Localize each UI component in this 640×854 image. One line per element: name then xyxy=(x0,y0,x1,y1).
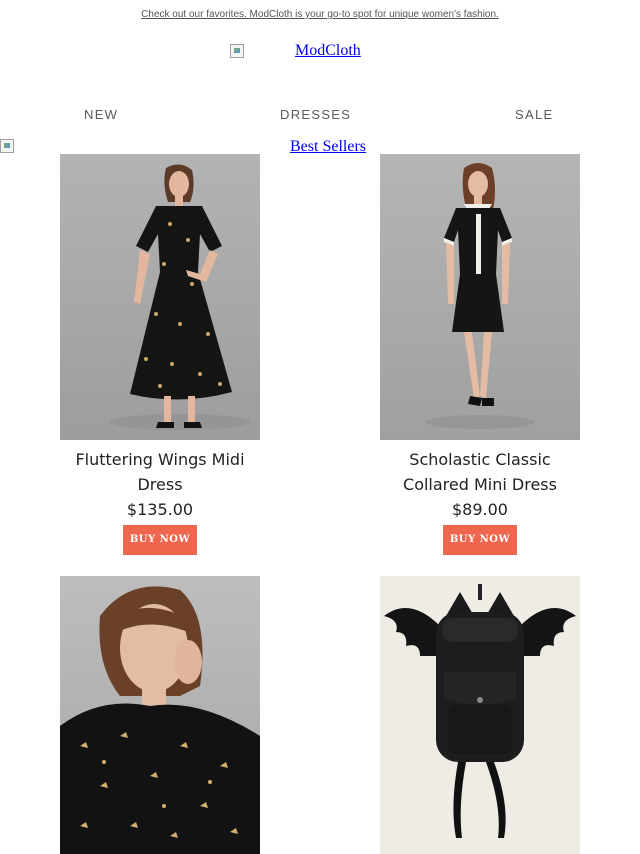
product-card: Scholastic Classic Collared Mini Dress $… xyxy=(380,154,580,555)
product-image[interactable] xyxy=(60,576,260,854)
nav-item-dresses[interactable]: DRESSES xyxy=(280,107,351,122)
product-card xyxy=(380,576,580,854)
broken-image-icon xyxy=(0,139,14,153)
product-name[interactable]: Scholastic Classic Collared Mini Dress xyxy=(380,447,580,497)
preheader: Check out our favorites. ModCloth is you… xyxy=(0,9,640,20)
product-price: $89.00 xyxy=(452,500,508,519)
product-image[interactable] xyxy=(380,154,580,440)
product-card xyxy=(60,576,260,854)
nav-item-new[interactable]: NEW xyxy=(84,107,118,122)
buy-now-button[interactable]: BUY NOW xyxy=(123,525,197,555)
preheader-link[interactable]: Check out our favorites. ModCloth is you… xyxy=(141,9,499,20)
buy-now-button[interactable]: BUY NOW xyxy=(443,525,517,555)
logo-alt-link[interactable]: ModCloth xyxy=(295,42,361,60)
product-name[interactable]: Fluttering Wings Midi Dress xyxy=(60,447,260,497)
logo[interactable]: ModCloth xyxy=(230,42,361,60)
broken-image-icon xyxy=(230,44,244,58)
product-price: $135.00 xyxy=(126,500,194,519)
product-card: Fluttering Wings Midi Dress $135.00 BUY … xyxy=(60,154,260,555)
product-image[interactable] xyxy=(380,576,580,854)
best-sellers-link[interactable]: Best Sellers xyxy=(290,138,366,156)
email-page: Check out our favorites. ModCloth is you… xyxy=(0,0,640,854)
nav-item-sale[interactable]: SALE xyxy=(515,107,553,122)
product-image[interactable] xyxy=(60,154,260,440)
